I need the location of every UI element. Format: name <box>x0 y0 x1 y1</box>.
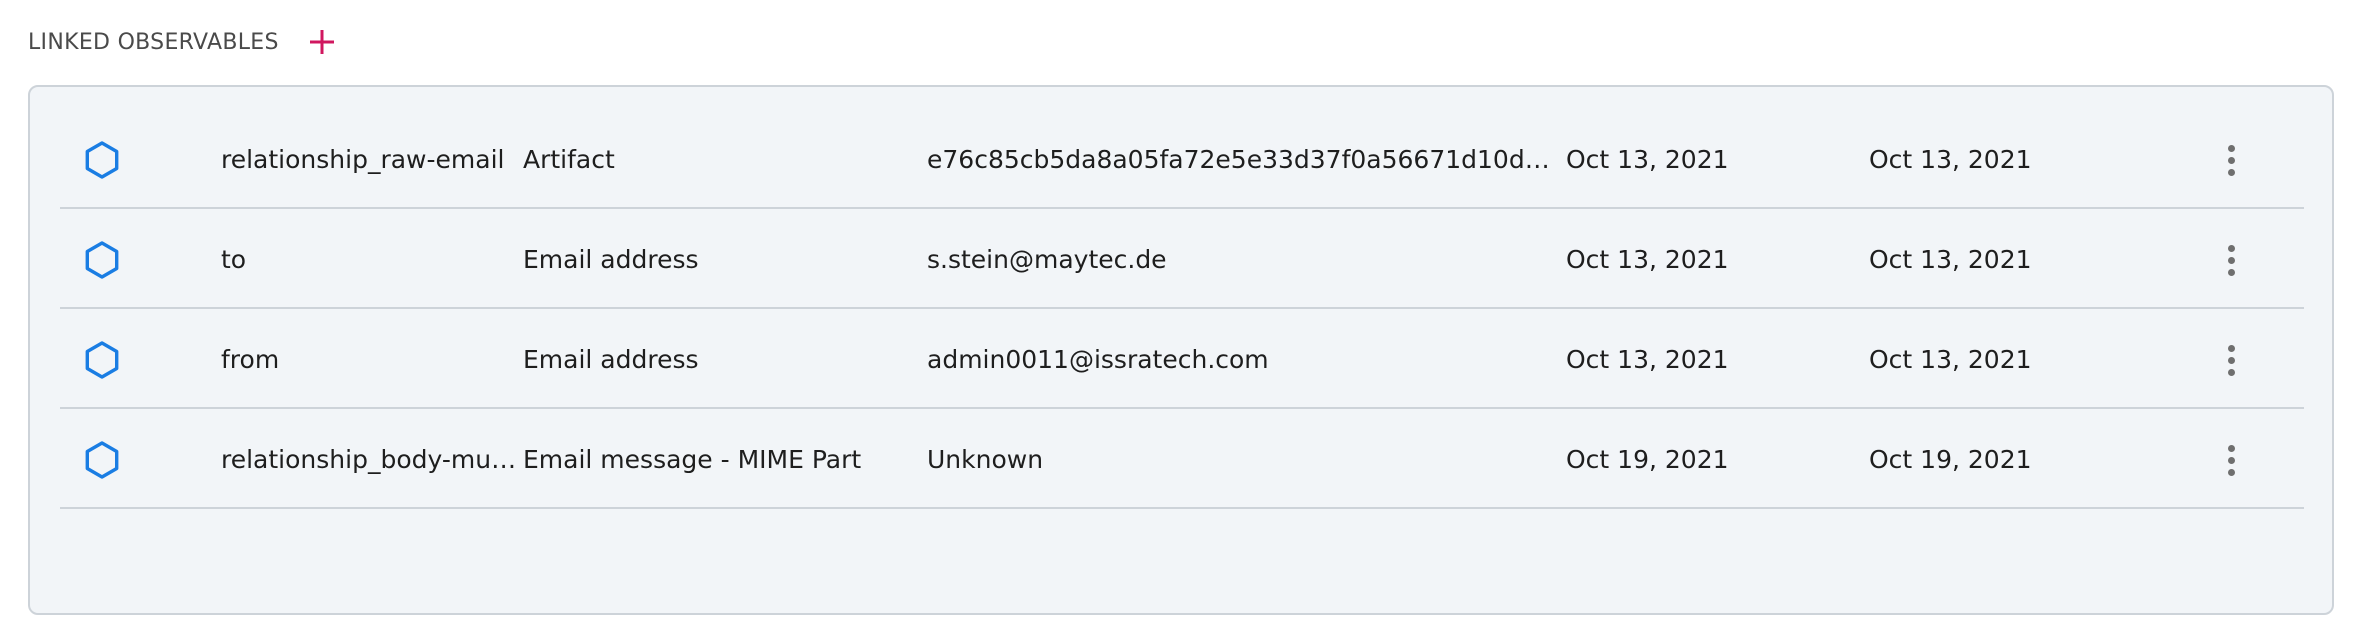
observable-value: Unknown <box>927 445 1044 474</box>
observable-name[interactable]: relationship_body-multipart <box>221 411 521 509</box>
kebab-menu-icon <box>2227 144 2235 176</box>
observable-name[interactable]: from <box>221 311 521 409</box>
observable-value: e76c85cb5da8a05fa72e5e33d37f0a56671d10d4… <box>927 145 1565 174</box>
row-menu-button[interactable] <box>2216 411 2246 509</box>
observable-value: s.stein@maytec.de <box>927 245 1167 274</box>
hexagon-icon <box>82 411 122 509</box>
first-seen-date: Oct 19, 2021 <box>1566 445 1729 474</box>
table-row[interactable]: from Email address admin0011@issratech.c… <box>60 311 2304 409</box>
observable-type: Artifact <box>523 145 615 174</box>
plus-icon <box>309 30 334 54</box>
observable-name[interactable]: relationship_raw-email <box>221 111 521 209</box>
hexagon-icon <box>82 211 122 309</box>
last-seen-date: Oct 19, 2021 <box>1869 445 2032 474</box>
row-menu-button[interactable] <box>2216 311 2246 409</box>
first-seen-date: Oct 13, 2021 <box>1566 145 1729 174</box>
kebab-menu-icon <box>2227 344 2235 376</box>
first-seen-date: Oct 13, 2021 <box>1566 245 1729 274</box>
observable-value: admin0011@issratech.com <box>927 345 1269 374</box>
last-seen-date: Oct 13, 2021 <box>1869 245 2032 274</box>
section-title: LINKED OBSERVABLES <box>28 29 279 55</box>
linked-observables-header: LINKED OBSERVABLES <box>28 22 339 62</box>
table-row[interactable]: relationship_raw-email Artifact e76c85cb… <box>60 111 2304 209</box>
hexagon-icon <box>82 311 122 409</box>
kebab-menu-icon <box>2227 244 2235 276</box>
observables-panel: relationship_raw-email Artifact e76c85cb… <box>28 85 2334 615</box>
last-seen-date: Oct 13, 2021 <box>1869 345 2032 374</box>
table-row[interactable]: relationship_body-multipart Email messag… <box>60 411 2304 509</box>
kebab-menu-icon <box>2227 444 2235 476</box>
observable-type: Email address <box>523 345 699 374</box>
first-seen-date: Oct 13, 2021 <box>1566 345 1729 374</box>
add-observable-button[interactable] <box>305 25 339 59</box>
row-menu-button[interactable] <box>2216 111 2246 209</box>
observable-type: Email message - MIME Part <box>523 445 862 474</box>
row-menu-button[interactable] <box>2216 211 2246 309</box>
last-seen-date: Oct 13, 2021 <box>1869 145 2032 174</box>
table-row[interactable]: to Email address s.stein@maytec.de Oct 1… <box>60 211 2304 309</box>
hexagon-icon <box>82 111 122 209</box>
observable-type: Email address <box>523 245 699 274</box>
observable-name[interactable]: to <box>221 211 521 309</box>
